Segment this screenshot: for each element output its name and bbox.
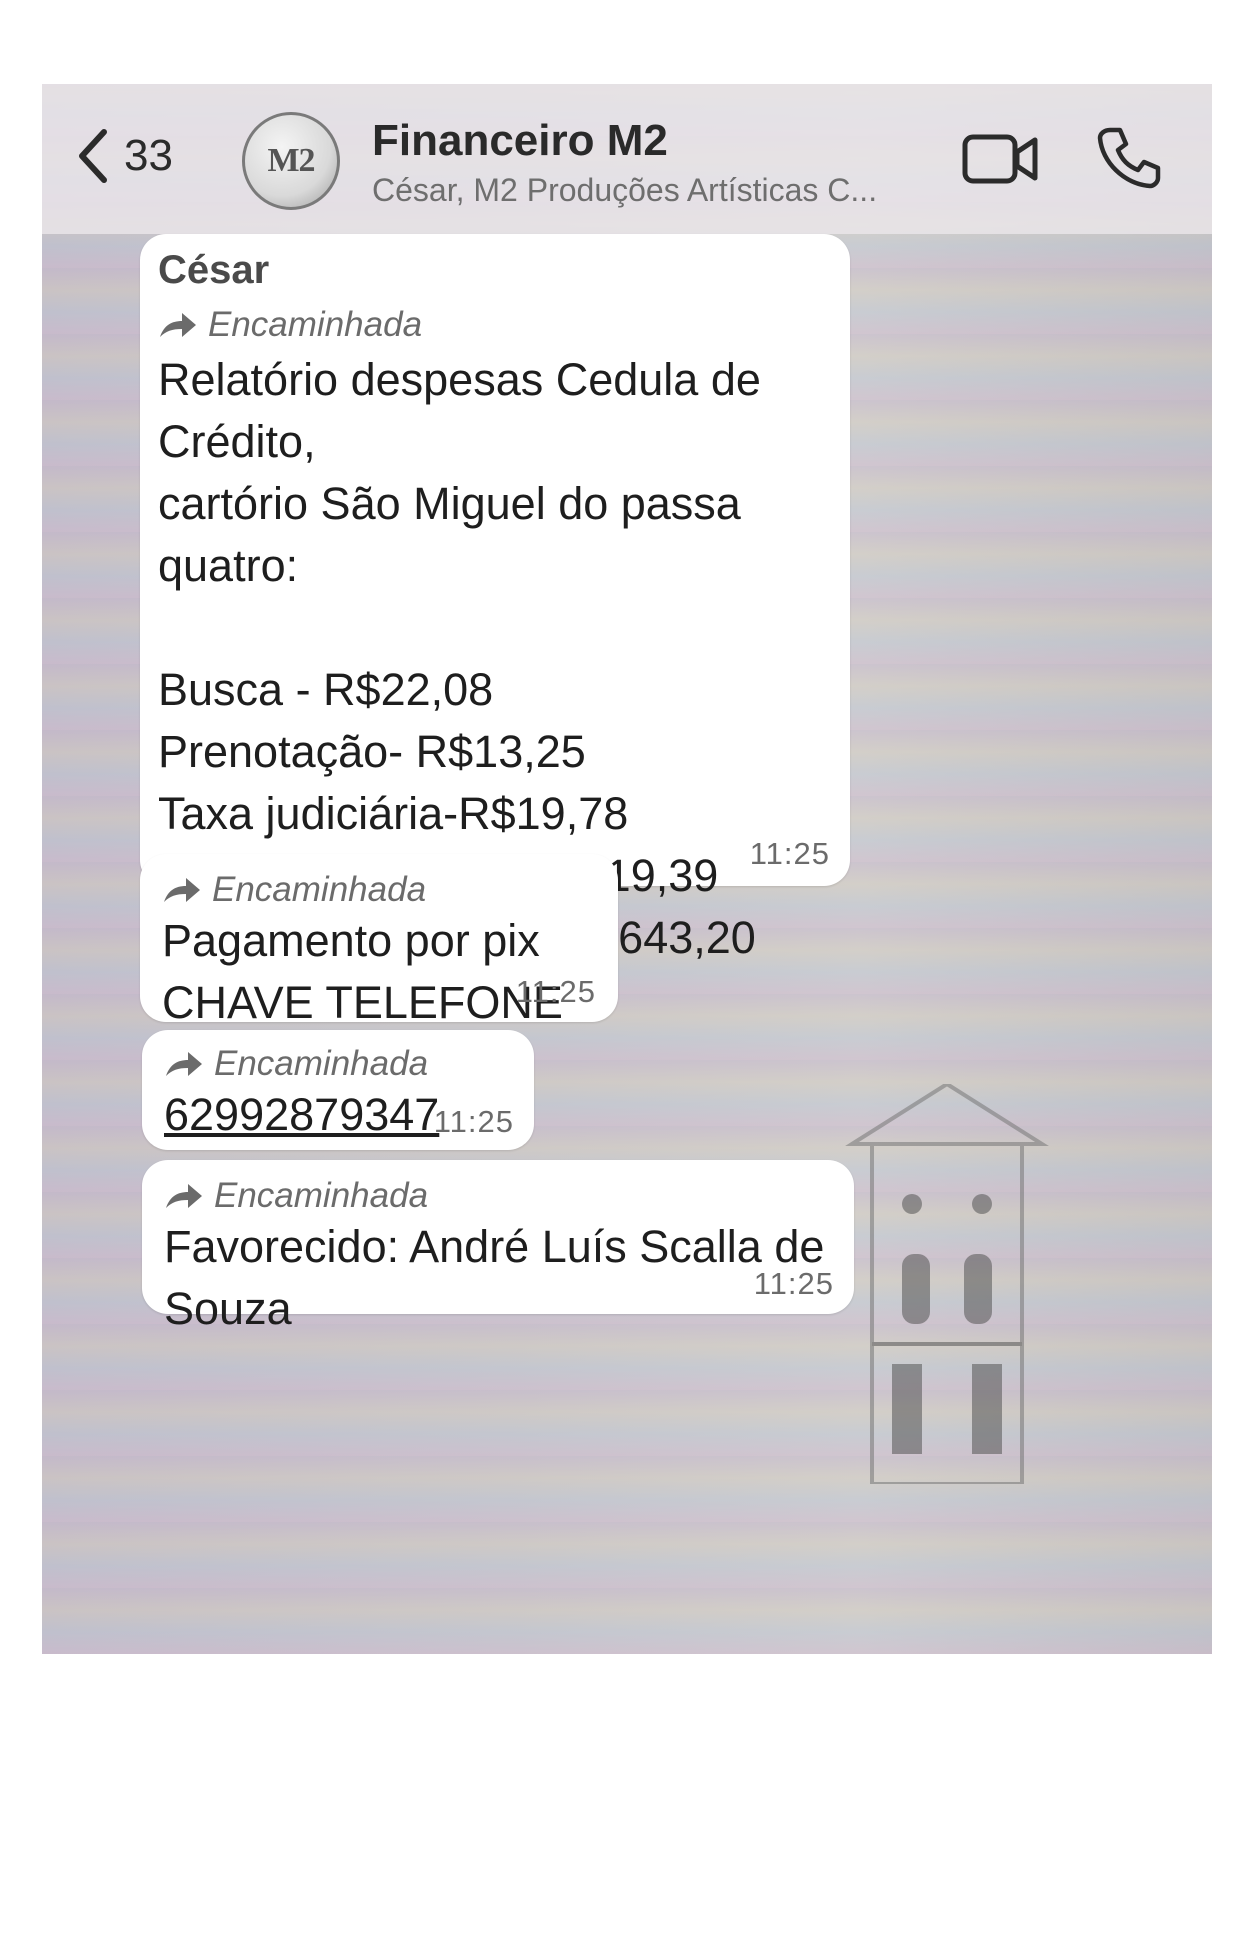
message-text: Pagamento por pix CHAVE TELEFONE bbox=[162, 915, 563, 1028]
message-bubble[interactable]: Encaminhada 62992879347 11:25 bbox=[142, 1030, 534, 1150]
forwarded-text: Encaminhada bbox=[214, 1176, 429, 1215]
chevron-left-icon bbox=[79, 129, 107, 183]
forwarded-label: Encaminhada bbox=[158, 305, 850, 345]
chat-title[interactable]: Financeiro M2 bbox=[372, 116, 668, 166]
chat-participants[interactable]: César, M2 Produções Artísticas C... bbox=[372, 172, 877, 209]
message-bubble[interactable]: César Encaminhada Relatório despesas Ced… bbox=[140, 234, 850, 1149]
chat-screen: 33 M2 Financeiro M2 César, M2 Produções … bbox=[42, 84, 1212, 1654]
message-sender: César bbox=[158, 248, 270, 292]
message-text: Favorecido: André Luís Scalla de Souza bbox=[164, 1221, 825, 1334]
message-time: 11:25 bbox=[753, 1266, 834, 1301]
video-camera-icon[interactable] bbox=[962, 132, 1038, 186]
forwarded-label: Encaminhada bbox=[164, 1176, 854, 1216]
forwarded-label: Encaminhada bbox=[164, 1044, 439, 1084]
group-avatar[interactable]: M2 bbox=[242, 112, 340, 210]
forwarded-text: Encaminhada bbox=[208, 305, 423, 344]
avatar-logo-text: M2 bbox=[267, 142, 315, 179]
forward-arrow-icon bbox=[166, 1184, 202, 1208]
phone-number-link[interactable]: 62992879347 bbox=[164, 1084, 439, 1146]
phone-icon[interactable] bbox=[1096, 124, 1162, 190]
wallpaper-tower-image bbox=[845, 1084, 1049, 1484]
forwarded-label: Encaminhada bbox=[162, 870, 563, 910]
message-bubble[interactable]: Encaminhada Pagamento por pix CHAVE TELE… bbox=[140, 854, 618, 1028]
message-time: 11:25 bbox=[515, 974, 596, 1009]
forwarded-text: Encaminhada bbox=[212, 870, 427, 909]
forward-arrow-icon bbox=[164, 878, 200, 902]
forward-arrow-icon bbox=[160, 313, 196, 337]
forward-arrow-icon bbox=[166, 1052, 202, 1076]
message-time: 11:25 bbox=[749, 836, 830, 871]
message-bubble[interactable]: Encaminhada Favorecido: André Luís Scall… bbox=[142, 1160, 854, 1334]
back-button[interactable]: 33 bbox=[76, 128, 173, 184]
chat-header: 33 M2 Financeiro M2 César, M2 Produções … bbox=[42, 84, 1212, 234]
unread-count: 33 bbox=[124, 131, 173, 180]
message-time: 11:25 bbox=[433, 1104, 514, 1139]
forwarded-text: Encaminhada bbox=[214, 1044, 429, 1083]
